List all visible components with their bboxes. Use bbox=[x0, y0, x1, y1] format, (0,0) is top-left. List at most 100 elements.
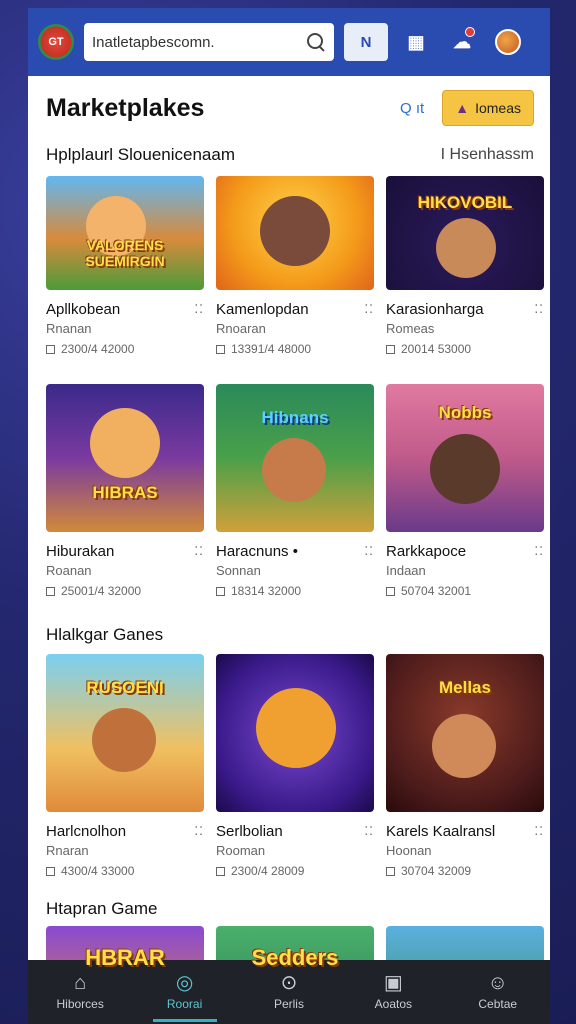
game-title: Hiburakan bbox=[46, 542, 115, 560]
game-thumbnail[interactable]: HIBRAS bbox=[46, 384, 204, 532]
game-meta: 2300/4 28009 bbox=[216, 864, 374, 878]
game-title: Haracnuns • bbox=[216, 542, 298, 560]
game-meta-text: 20014 53000 bbox=[401, 342, 472, 356]
nav-label: Perlis bbox=[273, 997, 304, 1011]
game-subtitle: Indaan bbox=[386, 563, 426, 578]
game-thumbnail[interactable] bbox=[216, 654, 374, 812]
game-thumbnail[interactable]: RUSOENI bbox=[46, 654, 204, 812]
nav-label: Aoatos bbox=[374, 997, 413, 1011]
section-link[interactable]: I Hsenhassm bbox=[441, 146, 534, 164]
header-action-button[interactable]: ▲ Iomeas bbox=[442, 90, 534, 126]
app-logo-icon[interactable]: GT bbox=[38, 24, 74, 60]
game-title: Karasionharga bbox=[386, 300, 484, 318]
game-title: Serlbolian bbox=[216, 822, 283, 840]
game-title: Rarkkapoce bbox=[386, 542, 467, 560]
more-icon[interactable]: ⁚⁚ bbox=[194, 302, 204, 316]
game-thumbnail[interactable]: VALORENS SUEMIRGIN bbox=[46, 176, 204, 290]
game-subtitle: Rnanan bbox=[46, 321, 92, 336]
section-title: Hplplaurl Slouenicenaam bbox=[46, 145, 236, 164]
section-header: Hplplaurl Slouenicenaam I Hsenhassm bbox=[28, 140, 550, 170]
game-meta-text: 50704 32001 bbox=[401, 584, 472, 598]
app-window: GT N ▦ ☁ Marketplakes Q ıt ▲ Iomeas Hplp… bbox=[28, 8, 550, 1024]
avatar bbox=[495, 29, 521, 55]
game-title: Kamenlopdan bbox=[216, 300, 309, 318]
nav-profile[interactable]: ☺ Cebtae bbox=[458, 960, 538, 1024]
game-art-title: HBRAR bbox=[85, 945, 165, 970]
game-card[interactable]: Nobbs Rarkkapoce ⁚⁚ Indaan 50704 32001 bbox=[386, 384, 544, 598]
game-art-title: VALORENS SUEMIRGIN bbox=[85, 237, 165, 269]
stats-icon bbox=[46, 344, 55, 354]
avatar-icon[interactable] bbox=[490, 24, 526, 60]
section-header: Hlalkgar Ganes bbox=[28, 620, 550, 650]
game-card[interactable]: Serlbolian ⁚⁚ Rooman 2300/4 28009 bbox=[216, 654, 374, 878]
game-card[interactable]: Mellas Karels Kaalransl ⁚⁚ Hoonan 30704 3… bbox=[386, 654, 544, 878]
game-thumbnail[interactable]: HIKOVOBIL bbox=[386, 176, 544, 290]
game-card[interactable]: HIBRAS Hiburakan ⁚⁚ Roanan 25001/4 32000 bbox=[46, 384, 204, 598]
game-subtitle: Rooman bbox=[216, 843, 266, 858]
game-title: Karels Kaalransl bbox=[386, 822, 496, 840]
search-input[interactable] bbox=[92, 33, 300, 51]
game-thumbnail[interactable]: Mellas bbox=[386, 654, 544, 812]
game-title: Harlcnolhon bbox=[46, 822, 127, 840]
stats-icon bbox=[386, 586, 395, 596]
game-subtitle: Romeas bbox=[386, 321, 435, 336]
game-meta-text: 25001/4 32000 bbox=[61, 584, 142, 598]
game-meta-text: 2300/4 42000 bbox=[61, 342, 135, 356]
nav-label: Cebtae bbox=[478, 997, 518, 1011]
game-grid: RUSOENI Harlcnolhon ⁚⁚ Rnaran 4300/4 3300… bbox=[28, 654, 550, 878]
search-box[interactable] bbox=[84, 23, 334, 61]
game-thumbnail[interactable]: Hibnans bbox=[216, 384, 374, 532]
page-header: Marketplakes Q ıt ▲ Iomeas bbox=[28, 76, 550, 140]
more-icon[interactable]: ⁚⁚ bbox=[364, 544, 374, 558]
game-card[interactable]: VALORENS SUEMIRGIN Apllkobean ⁚⁚ Rnanan 2… bbox=[46, 176, 204, 356]
notification-badge bbox=[465, 27, 475, 37]
character-figure bbox=[260, 196, 330, 266]
character-figure bbox=[432, 714, 496, 778]
game-thumbnail[interactable]: Nobbs bbox=[386, 384, 544, 532]
game-card[interactable]: RUSOENI Harlcnolhon ⁚⁚ Rnaran 4300/4 3300… bbox=[46, 654, 204, 878]
archive-icon: ▣ bbox=[383, 972, 403, 994]
page-title: Marketplakes bbox=[46, 93, 205, 122]
character-figure bbox=[256, 688, 336, 768]
game-thumbnail[interactable] bbox=[216, 176, 374, 290]
nav-archive[interactable]: ▣ Aoatos bbox=[353, 960, 433, 1024]
user-icon: ▲ bbox=[455, 100, 470, 116]
more-icon[interactable]: ⁚⁚ bbox=[364, 302, 374, 316]
game-card[interactable]: HIKOVOBIL Karasionharga ⁚⁚ Romeas 20014 5… bbox=[386, 176, 544, 356]
game-title: Apllkobean bbox=[46, 300, 121, 318]
more-icon[interactable]: ⁚⁚ bbox=[534, 544, 544, 558]
search-icon[interactable] bbox=[306, 32, 326, 52]
stats-icon bbox=[46, 586, 55, 596]
game-card[interactable]: Kamenlopdan ⁚⁚ Rnoaran 13391/4 48000 bbox=[216, 176, 374, 356]
game-subtitle: Hoonan bbox=[386, 843, 432, 858]
notification-icon[interactable]: ☁ bbox=[444, 24, 480, 60]
game-meta: 30704 32009 bbox=[386, 864, 544, 878]
grid-icon[interactable]: ▦ bbox=[398, 24, 434, 60]
more-icon[interactable]: ⁚⁚ bbox=[534, 824, 544, 838]
more-icon[interactable]: ⁚⁚ bbox=[194, 544, 204, 558]
header-action-label: Iomeas bbox=[475, 100, 521, 116]
character-figure bbox=[92, 708, 156, 772]
more-icon[interactable]: ⁚⁚ bbox=[534, 302, 544, 316]
nav-label: Roorai bbox=[166, 997, 203, 1011]
game-subtitle: Rnaran bbox=[46, 843, 89, 858]
character-figure bbox=[262, 438, 326, 502]
header-search-link[interactable]: Q ıt bbox=[400, 100, 424, 117]
game-meta: 18314 32000 bbox=[216, 584, 374, 598]
game-art-title: HIKOVOBIL bbox=[417, 193, 513, 212]
nav-toggle-button[interactable]: N bbox=[344, 23, 388, 61]
game-subtitle: Rnoaran bbox=[216, 321, 266, 336]
more-icon[interactable]: ⁚⁚ bbox=[194, 824, 204, 838]
header-actions: Q ıt ▲ Iomeas bbox=[400, 90, 534, 126]
character-figure bbox=[90, 408, 160, 478]
top-bar: GT N ▦ ☁ bbox=[28, 8, 550, 76]
stats-icon bbox=[216, 344, 225, 354]
game-card[interactable]: Hibnans Haracnuns • ⁚⁚ Sonnan 18314 32000 bbox=[216, 384, 374, 598]
character-figure bbox=[430, 434, 500, 504]
compass-icon: ◎ bbox=[175, 972, 194, 994]
game-art-title: Sedders bbox=[251, 945, 339, 970]
more-icon[interactable]: ⁚⁚ bbox=[364, 824, 374, 838]
game-meta: 4300/4 33000 bbox=[46, 864, 204, 878]
section-title: Hlalkgar Ganes bbox=[46, 625, 164, 644]
stats-icon bbox=[216, 586, 225, 596]
